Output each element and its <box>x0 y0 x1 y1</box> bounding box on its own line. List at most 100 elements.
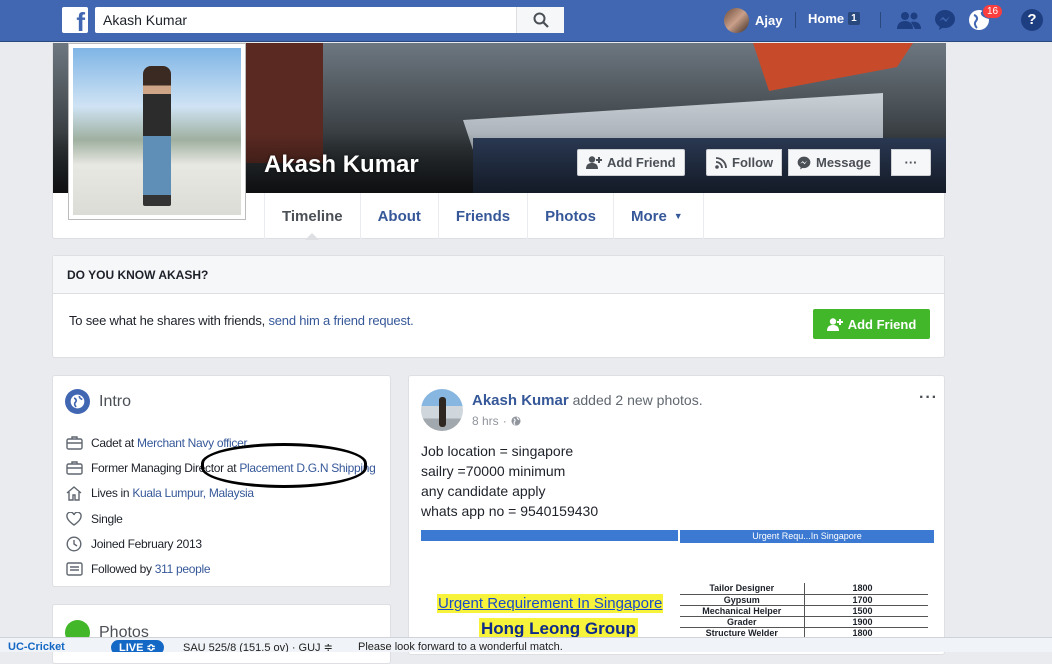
intro-row-link[interactable]: 311 people <box>155 562 211 576</box>
add-friend-button[interactable]: Add Friend <box>813 309 930 339</box>
tab-about[interactable]: About <box>359 193 438 239</box>
intro-relationship-row: Single <box>65 511 123 527</box>
cover-crane-shape <box>753 43 913 91</box>
profile-name[interactable]: Akash Kumar <box>264 151 419 179</box>
public-globe-icon[interactable] <box>511 416 521 426</box>
search-button[interactable] <box>516 7 564 33</box>
job-salary: 1900 <box>804 616 928 628</box>
live-badge[interactable]: LIVE ≎ <box>111 640 164 652</box>
post-timestamp: 8 hrs · <box>472 414 521 428</box>
hand-drawn-highlight-circle <box>201 443 367 488</box>
post-header: Akash Kumar added 2 new photos. <box>472 392 703 409</box>
table-row: Grader 1900 <box>680 616 928 628</box>
help-icon[interactable]: ? <box>1021 9 1043 31</box>
home-icon <box>65 485 83 501</box>
post-text: Job location = singapore sailry =70000 m… <box>421 441 598 521</box>
profile-link[interactable]: Ajay <box>724 7 782 33</box>
avatar <box>724 7 749 33</box>
tab-friends[interactable]: Friends <box>437 193 527 239</box>
intro-row-text: Joined February 2013 <box>91 537 202 551</box>
profile-picture-image <box>73 48 241 215</box>
card-heading: DO YOU KNOW AKASH? <box>53 256 944 294</box>
table-row: Tailor Designer 1800 <box>680 583 928 595</box>
message-label: Message <box>816 155 871 170</box>
prompt-text: To see what he shares with friends, <box>69 313 269 328</box>
intro-heading: Intro <box>65 389 131 414</box>
profile-tabs: Timeline About Friends Photos More ▼ <box>264 193 704 240</box>
tab-more[interactable]: More ▼ <box>612 193 704 239</box>
intro-row-link[interactable]: Kuala Lumpur, Malaysia <box>132 486 254 500</box>
post-line: whats app no = 9540159430 <box>421 503 599 519</box>
facebook-logo-icon[interactable]: f <box>62 7 88 33</box>
match-score: SAU 525/8 (151.5 ov) · GUJ ≑ <box>183 642 333 652</box>
tab-timeline[interactable]: Timeline <box>264 193 360 240</box>
rss-icon <box>715 156 727 169</box>
friend-request-prompt: To see what he shares with friends, send… <box>69 313 414 328</box>
divider <box>880 12 881 28</box>
cricket-ticker-bar: UC-Cricket LIVE ≎ SAU 525/8 (151.5 ov) ·… <box>0 637 1052 652</box>
intro-row-text: Followed by <box>91 562 155 576</box>
post-line: Job location = singapore <box>421 443 574 459</box>
briefcase-icon <box>65 460 83 476</box>
post-line: any candidate apply <box>421 483 546 499</box>
intro-row-text: Lives in <box>91 486 133 500</box>
avatar[interactable] <box>421 389 463 431</box>
home-link[interactable]: Home 1 <box>808 11 860 26</box>
friend-requests-icon[interactable] <box>897 9 921 31</box>
job-title: Grader <box>680 616 805 628</box>
tab-label: More <box>630 207 667 225</box>
photo-header: Urgent Requ...In Singapore <box>680 530 934 543</box>
send-friend-request-link[interactable]: send him a friend request. <box>268 313 413 328</box>
post-action-text: added <box>568 392 616 408</box>
search-input[interactable] <box>95 7 516 33</box>
intro-work-row: Cadet at Merchant Navy officer <box>65 435 248 451</box>
job-salary: 1500 <box>804 605 928 617</box>
messenger-icon[interactable] <box>933 9 957 31</box>
add-friend-icon <box>586 156 602 169</box>
job-title: Tailor Designer <box>680 583 805 595</box>
photos-card: Photos <box>52 604 391 664</box>
notifications-badge: 16 <box>982 4 1004 19</box>
add-friend-button[interactable]: Add Friend <box>577 149 685 176</box>
intro-followers-row: Followed by 311 people <box>65 561 211 577</box>
follow-button[interactable]: Follow <box>706 149 783 176</box>
clock-icon <box>65 536 83 552</box>
followers-icon <box>65 561 83 577</box>
job-salary: 1700 <box>804 594 928 606</box>
top-navigation-bar: f Ajay Home 1 16 ? <box>0 0 1052 42</box>
intro-row-text: Cadet at <box>91 436 137 450</box>
separator: · <box>502 414 507 428</box>
more-options-icon: ··· <box>904 155 918 170</box>
photo-headline: Urgent Requirement In Singapore <box>437 594 664 613</box>
globe-icon <box>65 389 90 414</box>
add-friend-label: Add Friend <box>607 155 676 170</box>
intro-joined-row: Joined February 2013 <box>65 536 202 552</box>
table-row: Gypsum 1700 <box>680 594 928 606</box>
messenger-icon <box>797 156 811 169</box>
profile-picture[interactable] <box>68 43 246 220</box>
home-label: Home <box>808 11 845 26</box>
intro-row-text: Single <box>91 512 123 526</box>
post-options-icon[interactable]: ··· <box>919 389 938 407</box>
briefcase-icon <box>65 435 83 451</box>
more-options-button[interactable]: ··· <box>891 149 931 176</box>
post-photos-link[interactable]: 2 new photos <box>615 392 698 408</box>
uc-cricket-link[interactable]: UC-Cricket <box>8 641 65 652</box>
profile-header: Akash Kumar Add Friend Follow Message ··… <box>52 43 946 240</box>
user-name: Ajay <box>755 12 783 28</box>
job-title: Mechanical Helper <box>680 605 805 617</box>
home-badge: 1 <box>848 12 860 25</box>
divider <box>795 12 796 28</box>
job-salary: 1800 <box>804 583 928 595</box>
ticker-message: Please look forward to a wonderful match… <box>358 641 563 652</box>
post-time-link[interactable]: 8 hrs <box>472 414 499 428</box>
search-bar <box>95 7 564 33</box>
tab-label: About <box>377 207 421 225</box>
intro-lives-row: Lives in Kuala Lumpur, Malaysia <box>65 485 254 501</box>
intro-title: Intro <box>99 392 132 410</box>
post-author-link[interactable]: Akash Kumar <box>472 392 569 409</box>
tab-photos[interactable]: Photos <box>527 193 613 239</box>
message-button[interactable]: Message <box>788 149 880 176</box>
tab-label: Friends <box>455 207 511 225</box>
tab-label: Photos <box>545 207 596 225</box>
